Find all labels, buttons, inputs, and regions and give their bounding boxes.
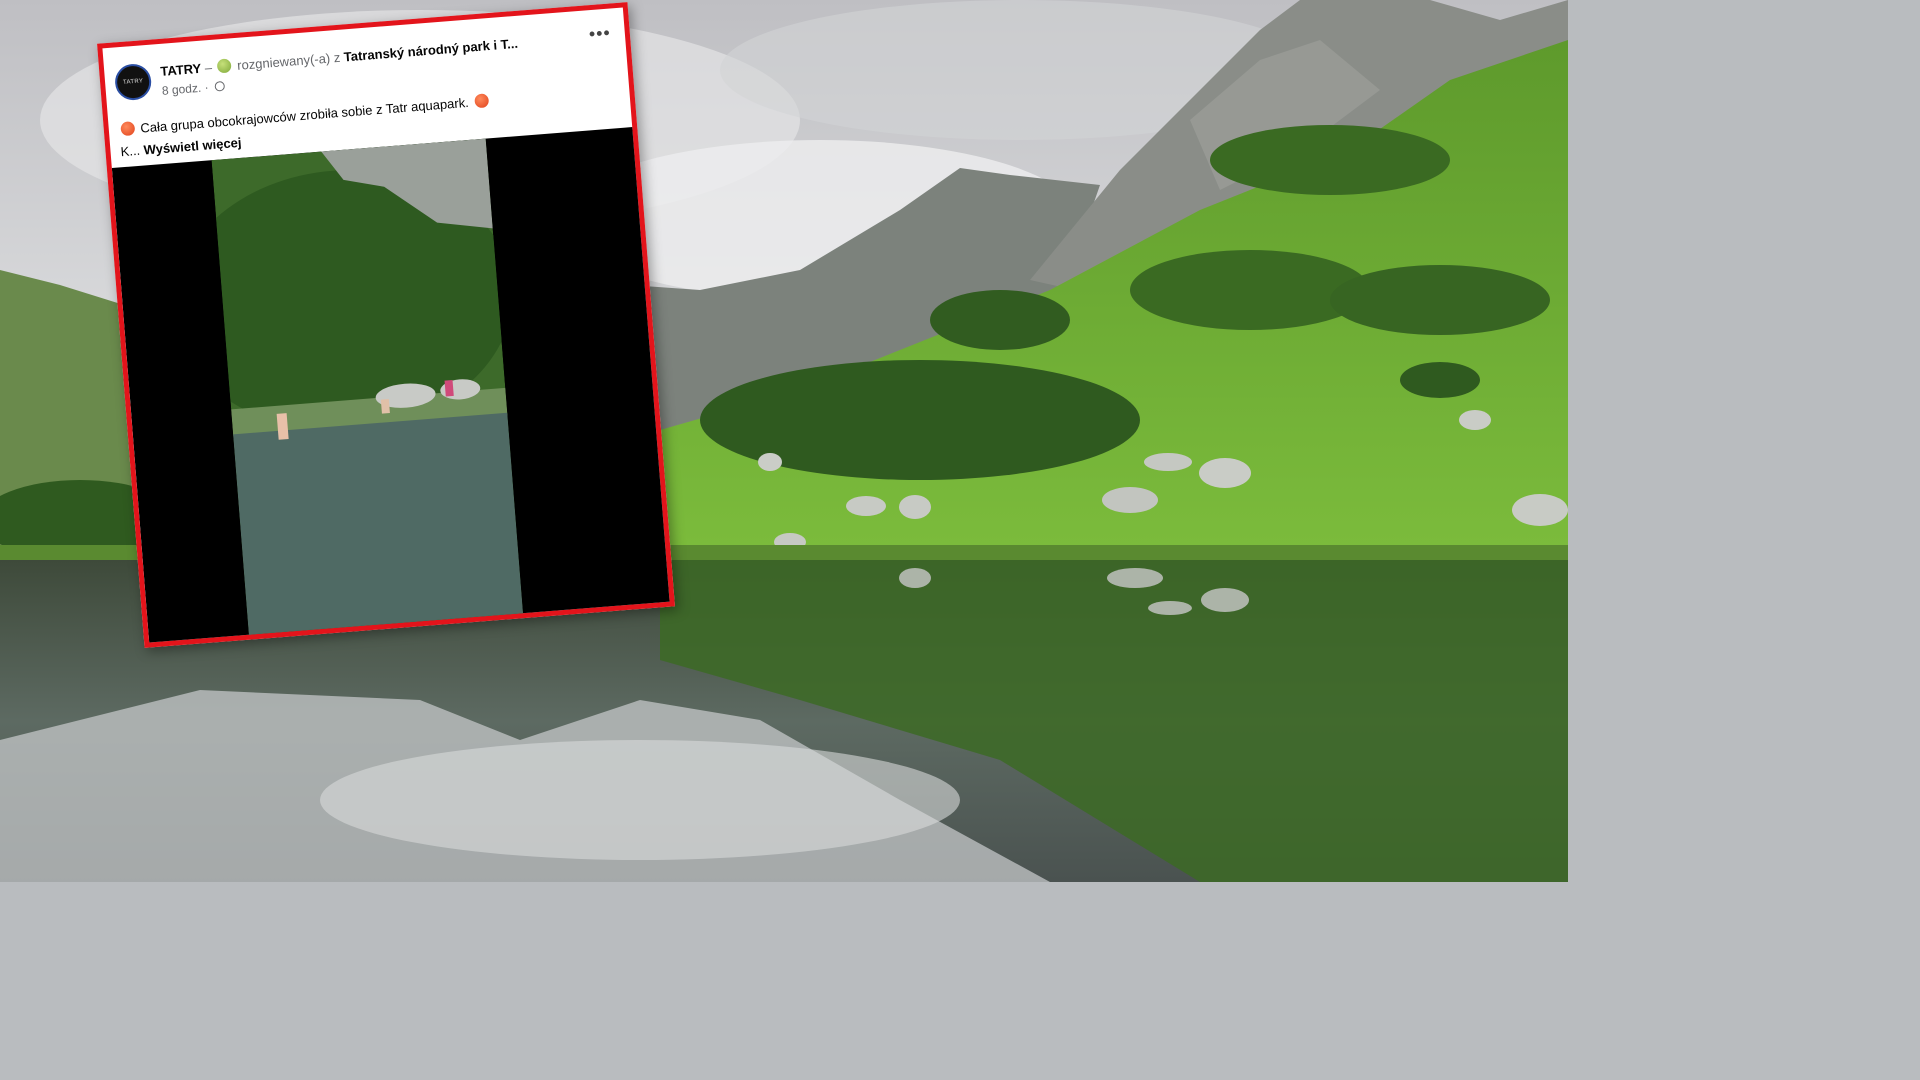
angry-emoji-icon <box>120 121 136 137</box>
angry-emoji-icon <box>473 93 489 109</box>
swimmer <box>444 379 454 397</box>
reflected-boulder <box>899 568 931 588</box>
boulder <box>1102 487 1158 513</box>
nauseated-emoji-icon <box>217 58 233 74</box>
dwarf-pine <box>1330 265 1550 335</box>
location-prefix: z <box>333 49 341 66</box>
video-frame <box>211 138 524 639</box>
globe-icon <box>214 80 226 92</box>
dwarf-pine <box>930 290 1070 350</box>
reflected-boulder <box>1201 588 1249 612</box>
video-player[interactable] <box>111 126 675 648</box>
more-options-icon[interactable]: ••• <box>588 22 611 45</box>
boulder <box>1459 410 1491 430</box>
swimmer <box>380 399 390 414</box>
avatar-logo-text: TATRY <box>122 78 144 86</box>
swimmer <box>276 413 289 440</box>
reflection-cloud <box>320 740 960 860</box>
reflected-boulder <box>1148 601 1192 615</box>
video-water <box>233 412 524 639</box>
separator: – <box>204 59 213 76</box>
post-continuation: K... <box>120 142 141 160</box>
post-meta: 8 godz. · <box>161 79 226 98</box>
dwarf-pine <box>1400 362 1480 398</box>
boulder <box>1144 453 1192 471</box>
dwarf-pine <box>1210 125 1450 195</box>
boulder <box>758 453 782 471</box>
boulder <box>1512 494 1568 526</box>
dwarf-pine <box>1130 250 1370 330</box>
page-avatar[interactable]: TATRY <box>113 62 153 102</box>
location-link[interactable]: Tatranský národný park i T... <box>343 36 518 65</box>
facebook-post-card: TATRY TATRY – rozgniewany(-a) z Tatransk… <box>97 2 675 648</box>
feeling-label: rozgniewany(-a) <box>236 50 331 73</box>
boulder <box>846 496 886 516</box>
boulder <box>899 495 931 519</box>
page-name[interactable]: TATRY <box>160 61 202 79</box>
reflected-boulder <box>1107 568 1163 588</box>
post-author-line: TATRY – rozgniewany(-a) z Tatranský náro… <box>160 36 519 79</box>
see-more-link[interactable]: Wyświetl więcej <box>143 135 242 158</box>
post-time[interactable]: 8 godz. <box>161 81 201 98</box>
boulder <box>1199 458 1251 488</box>
